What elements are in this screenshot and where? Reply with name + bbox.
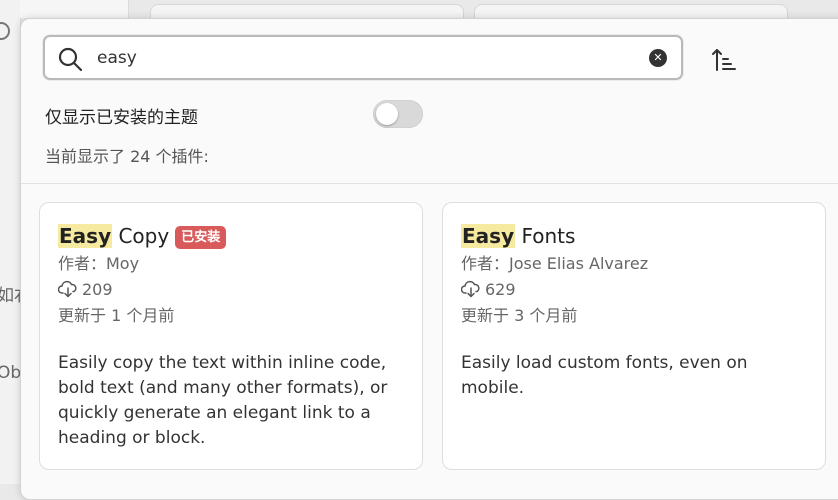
plugin-description: Easily copy the text within inline code,… <box>58 353 388 448</box>
plugin-title: Easy Copy 已安装 <box>58 221 404 251</box>
download-cloud-icon <box>58 280 77 298</box>
plugin-downloads: 629 <box>461 277 807 303</box>
plugin-description: Easily load custom fonts, even on mobile… <box>461 353 748 398</box>
plugin-updated: 更新于 1 个月前 <box>58 306 175 325</box>
plugin-card-easy-fonts[interactable]: Easy Fonts 作者：Jose Elias Alvarez 629 更新于… <box>442 202 826 470</box>
clear-search-icon[interactable]: ✕ <box>649 49 667 67</box>
toggle-knob <box>376 103 398 125</box>
installed-filter-label: 仅显示已安装的主题 <box>45 108 198 128</box>
search-box[interactable]: ✕ <box>43 35 683 80</box>
plugin-title: Easy Fonts <box>461 221 807 251</box>
installed-filter-toggle[interactable] <box>373 100 423 128</box>
search-input[interactable] <box>97 45 637 71</box>
background-card <box>150 4 464 19</box>
download-count: 629 <box>485 280 516 299</box>
background-card <box>474 4 788 19</box>
plugin-title-rest: Copy <box>112 224 170 248</box>
results-count: 当前显示了 24 个插件: <box>45 147 209 166</box>
plugin-author: 作者：Moy <box>58 254 140 273</box>
search-match-highlight: Easy <box>461 224 516 248</box>
background-text: Ob <box>0 363 22 383</box>
plugin-downloads: 209 <box>58 277 404 303</box>
sort-ascending-icon[interactable] <box>711 47 737 73</box>
plugin-updated: 更新于 3 个月前 <box>461 306 578 325</box>
background-sidebar <box>0 0 21 484</box>
plugin-title-rest: Fonts <box>515 224 576 248</box>
search-match-highlight: Easy <box>58 224 113 248</box>
community-plugins-modal: ✕ 仅显示已安装的主题 当前显示了 24 个插件: Easy Copy已安装 作… <box>20 18 838 500</box>
divider <box>21 183 838 184</box>
download-count: 209 <box>82 280 113 299</box>
download-cloud-icon <box>461 280 480 298</box>
plugin-card-easy-copy[interactable]: Easy Copy 已安装 作者：Moy 209 更新于 1 个月前 Easily… <box>39 202 423 470</box>
installed-badge: 已安装 <box>175 226 227 249</box>
search-icon <box>58 47 83 72</box>
background-panel <box>20 0 129 18</box>
plugin-author: 作者：Jose Elias Alvarez <box>461 254 649 273</box>
